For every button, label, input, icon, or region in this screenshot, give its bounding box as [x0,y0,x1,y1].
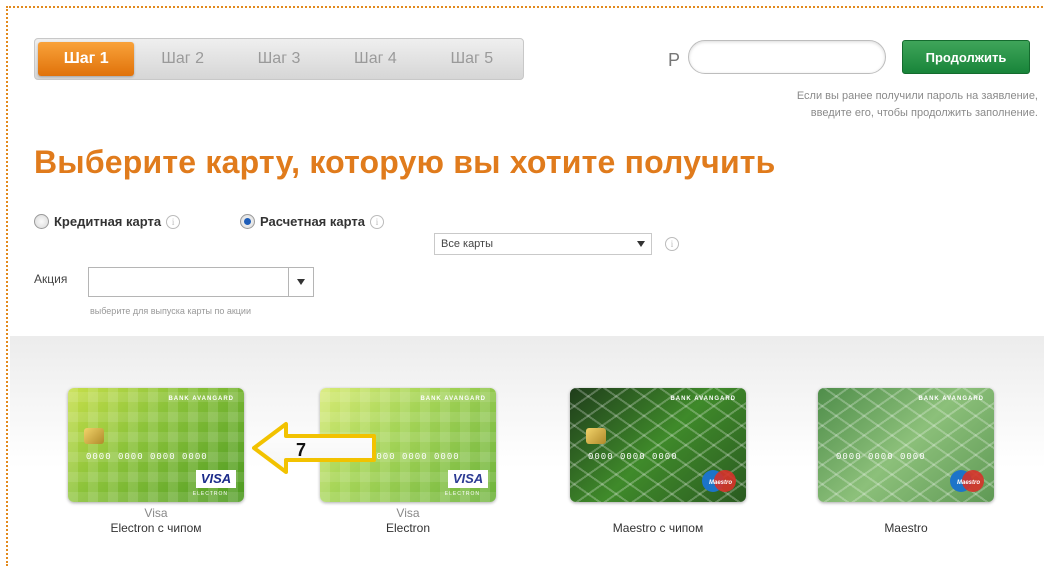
password-hint-line1: Если вы ранее получили пароль на заявлен… [796,90,1038,102]
debit-card-radio[interactable] [240,214,255,229]
promo-label: Акция [34,272,68,286]
credit-card-option[interactable]: Кредитная карта i [34,214,181,229]
maestro-logo-text: Maestro [956,480,980,486]
info-icon[interactable]: i [369,214,384,229]
step-1[interactable]: Шаг 1 [38,42,135,76]
visa-logo-icon: VISA [196,470,236,488]
callout-number: 7 [296,440,307,460]
credit-card-label: Кредитная карта [54,214,162,229]
card-label[interactable]: Visa Electron с чипом [68,506,244,536]
password-hint-line2: введите его, чтобы продолжить заполнение… [810,107,1038,119]
card-label-line2: Electron с чипом [110,521,202,535]
step-2[interactable]: Шаг 2 [134,42,230,76]
card-label[interactable]: Maestro [818,521,994,536]
card-filter-value: Все карты [441,238,494,250]
debit-card-option[interactable]: Расчетная карта i [240,214,384,229]
chip-icon [84,428,104,444]
select-divider [288,268,289,296]
card-number: 0000 0000 0000 [836,452,926,462]
card-bank-name: BANK AVANGARD [670,396,736,402]
password-input[interactable] [688,40,886,74]
card-label-line1: Visa [144,506,168,520]
info-icon[interactable]: i [166,214,181,229]
chevron-down-icon [637,241,645,247]
card-label-line1: Visa [396,506,420,520]
card-bank-name: BANK AVANGARD [918,396,984,402]
card-label[interactable]: Maestro с чипом [570,521,746,536]
promo-select[interactable] [88,267,314,297]
chevron-down-icon [297,279,305,285]
step-4[interactable]: Шаг 4 [327,42,423,76]
promo-hint: выберите для выпуска карты по акции [90,306,251,316]
password-label: P [668,50,681,70]
step-3[interactable]: Шаг 3 [231,42,327,76]
password-hint: Если вы ранее получили пароль на заявлен… [718,88,1038,122]
visa-logo-icon: VISA [448,470,488,488]
visa-sub-label: ELECTRON [192,491,228,497]
step-5[interactable]: Шаг 5 [424,42,520,76]
credit-card-radio[interactable] [34,214,49,229]
card-maestro[interactable]: BANK AVANGARD 0000 0000 0000 Maestro [818,388,994,502]
card-number: 0000 0000 0000 0000 [86,452,208,462]
page-title: Выберите карту, которую вы хотите получи… [34,144,776,180]
info-icon[interactable]: i [665,237,679,251]
card-visa-electron-chip[interactable]: BANK AVANGARD 0000 0000 0000 0000 VISA E… [68,388,244,502]
card-maestro-chip[interactable]: BANK AVANGARD 0000 0000 0000 Maestro [570,388,746,502]
card-bank-name: BANK AVANGARD [420,396,486,402]
maestro-logo-text: Maestro [708,480,732,486]
card-bank-name: BANK AVANGARD [168,396,234,402]
card-number: 0000 0000 0000 [588,452,678,462]
visa-sub-label: ELECTRON [444,491,480,497]
step-tabs: Шаг 1 Шаг 2 Шаг 3 Шаг 4 Шаг 5 [34,38,524,80]
card-label-line2: Maestro с чипом [612,521,704,535]
card-label-line2: Electron [385,521,431,535]
card-filter-select[interactable]: Все карты [434,233,652,255]
card-label[interactable]: Visa Electron [320,506,496,536]
card-label-line2: Maestro [884,521,928,535]
chip-icon [586,428,606,444]
left-arrow-callout-icon [252,422,376,474]
debit-card-label: Расчетная карта [260,214,365,229]
continue-button[interactable]: Продолжить [902,40,1030,74]
